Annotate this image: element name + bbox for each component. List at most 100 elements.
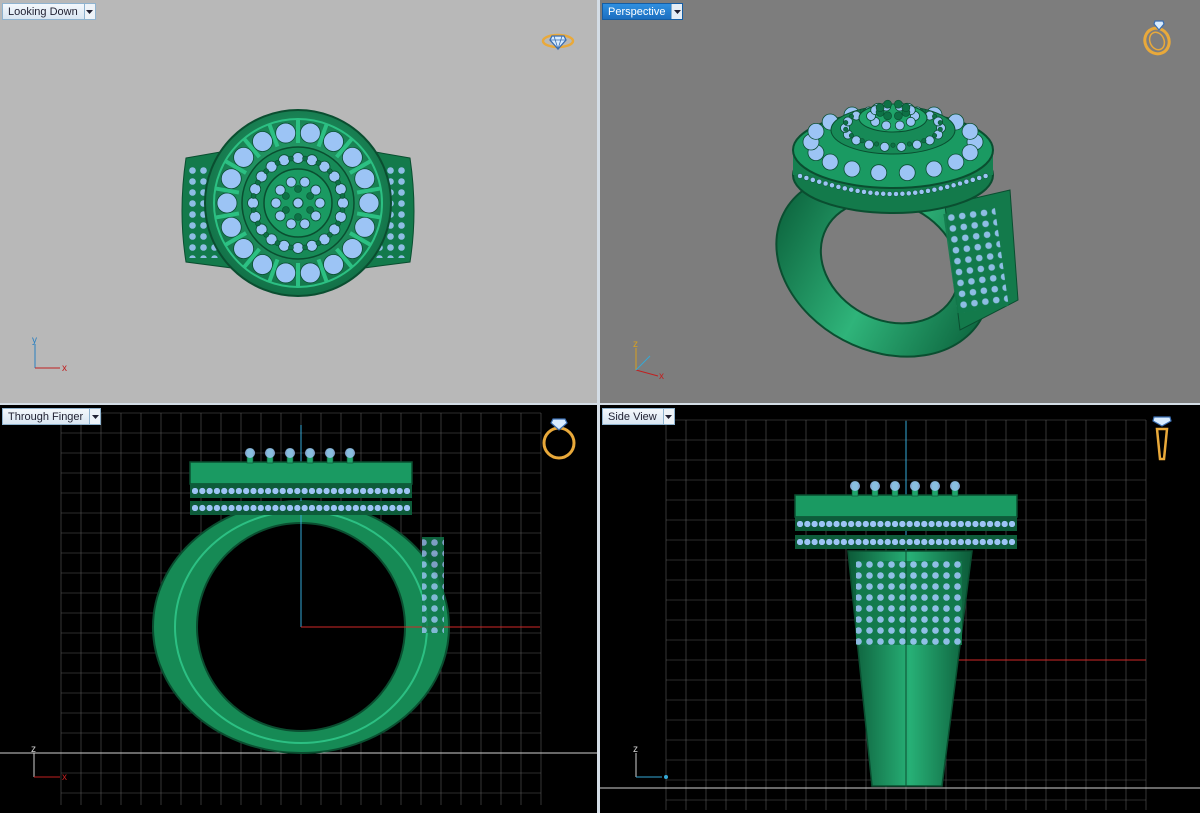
band-stone bbox=[842, 185, 848, 192]
pave-stone bbox=[264, 504, 272, 512]
ring-side-view-icon[interactable] bbox=[1148, 413, 1176, 463]
prong bbox=[294, 213, 302, 221]
pave-stone bbox=[979, 538, 987, 546]
pave-stone bbox=[818, 538, 826, 546]
pave-stone bbox=[832, 538, 841, 546]
pave-stone bbox=[213, 487, 221, 495]
outer-stone bbox=[275, 262, 297, 284]
pave-stone bbox=[942, 538, 950, 546]
outer-stone bbox=[807, 122, 825, 140]
band-stone bbox=[931, 186, 938, 193]
chevron-down-icon[interactable] bbox=[662, 409, 674, 424]
pave-stone bbox=[825, 520, 833, 528]
pave-stone bbox=[257, 487, 265, 495]
center-stone bbox=[292, 197, 304, 209]
band-stone bbox=[886, 191, 893, 197]
pave-stone bbox=[847, 538, 855, 546]
middle-stone bbox=[306, 154, 318, 167]
viewport-title: Looking Down bbox=[8, 6, 78, 18]
prong bbox=[315, 240, 322, 246]
pave-stone bbox=[913, 520, 921, 528]
pave-stone bbox=[286, 504, 294, 512]
inner-stone bbox=[314, 197, 326, 209]
inner-stone bbox=[299, 218, 311, 230]
middle-stone bbox=[306, 239, 318, 252]
viewport-label-perspective[interactable]: Perspective bbox=[602, 3, 684, 20]
viewport-through-finger[interactable]: Through Finger z x bbox=[0, 405, 597, 813]
pave-stone bbox=[198, 504, 206, 512]
ring-top-render bbox=[181, 109, 415, 297]
pave-stone bbox=[927, 520, 936, 528]
viewport-label-looking-down[interactable]: Looking Down bbox=[2, 3, 96, 20]
chevron-down-icon[interactable] bbox=[671, 4, 683, 19]
pave-stone bbox=[352, 504, 360, 512]
prong bbox=[274, 240, 281, 246]
prong bbox=[848, 113, 854, 119]
prong bbox=[339, 207, 346, 213]
outer-stone bbox=[843, 160, 861, 178]
pave-stone bbox=[942, 520, 950, 528]
pave-stone bbox=[796, 538, 804, 546]
pave-stone bbox=[344, 487, 353, 495]
viewport-label-side-view[interactable]: Side View bbox=[602, 408, 675, 425]
pave-stone bbox=[352, 487, 360, 495]
middle-stone bbox=[879, 142, 890, 152]
prong bbox=[890, 142, 896, 148]
viewport-looking-down[interactable]: Looking Down y x bbox=[0, 0, 597, 403]
pave-stone bbox=[796, 520, 804, 528]
pave-stone bbox=[205, 487, 214, 495]
chevron-down-icon[interactable] bbox=[83, 4, 95, 19]
axis-label-vertical: z bbox=[31, 744, 36, 755]
prong bbox=[883, 99, 892, 109]
band-stone bbox=[970, 177, 976, 183]
stone-crown bbox=[265, 448, 275, 458]
viewport-title: Side View bbox=[608, 411, 657, 423]
pave-stone bbox=[396, 487, 404, 495]
prong bbox=[883, 111, 892, 121]
pave-stone bbox=[869, 538, 877, 546]
pave-stone bbox=[374, 504, 382, 512]
prong bbox=[894, 111, 903, 121]
pave-stone bbox=[906, 520, 914, 528]
prong bbox=[859, 138, 865, 144]
band-stone bbox=[950, 182, 957, 189]
prong bbox=[315, 160, 322, 166]
axis-label-vertical: y bbox=[32, 335, 37, 346]
pave-stone bbox=[906, 538, 914, 546]
pave-stone bbox=[898, 538, 906, 546]
outer-stone bbox=[323, 131, 344, 152]
ring-front-view-icon[interactable] bbox=[540, 413, 580, 461]
pave-stone bbox=[993, 538, 1002, 546]
pave-stone bbox=[286, 487, 294, 495]
band-stone bbox=[835, 184, 842, 190]
inner-stone bbox=[905, 116, 916, 127]
band-stone bbox=[810, 177, 816, 183]
inner-stone bbox=[299, 176, 311, 188]
band-stone bbox=[822, 180, 829, 187]
prong bbox=[250, 207, 257, 213]
pave-stone bbox=[271, 504, 280, 512]
outer-stone bbox=[925, 160, 943, 178]
viewport-label-through-finger[interactable]: Through Finger bbox=[2, 408, 102, 425]
pave-stone bbox=[403, 487, 411, 495]
prong bbox=[255, 179, 261, 186]
pave-stone bbox=[308, 487, 316, 495]
viewport-perspective[interactable]: Perspective z x bbox=[600, 0, 1200, 403]
middle-stone bbox=[334, 211, 347, 223]
outer-stone bbox=[354, 216, 376, 238]
chevron-down-icon[interactable] bbox=[89, 409, 101, 424]
middle-stone bbox=[292, 152, 304, 164]
band-stone bbox=[938, 185, 944, 192]
inner-stone bbox=[881, 120, 892, 131]
middle-stone bbox=[912, 139, 922, 150]
band-stone bbox=[918, 189, 925, 195]
ring-top-view-icon[interactable] bbox=[540, 28, 576, 54]
viewport-side-view[interactable]: Side View z bbox=[600, 405, 1200, 813]
pave-stone bbox=[935, 520, 943, 528]
pave-stone bbox=[876, 538, 885, 546]
prong bbox=[875, 103, 885, 112]
band-stone bbox=[899, 191, 906, 197]
pave-stone bbox=[330, 487, 338, 495]
ring-perspective-icon[interactable] bbox=[1140, 18, 1176, 58]
middle-stone bbox=[247, 197, 259, 209]
